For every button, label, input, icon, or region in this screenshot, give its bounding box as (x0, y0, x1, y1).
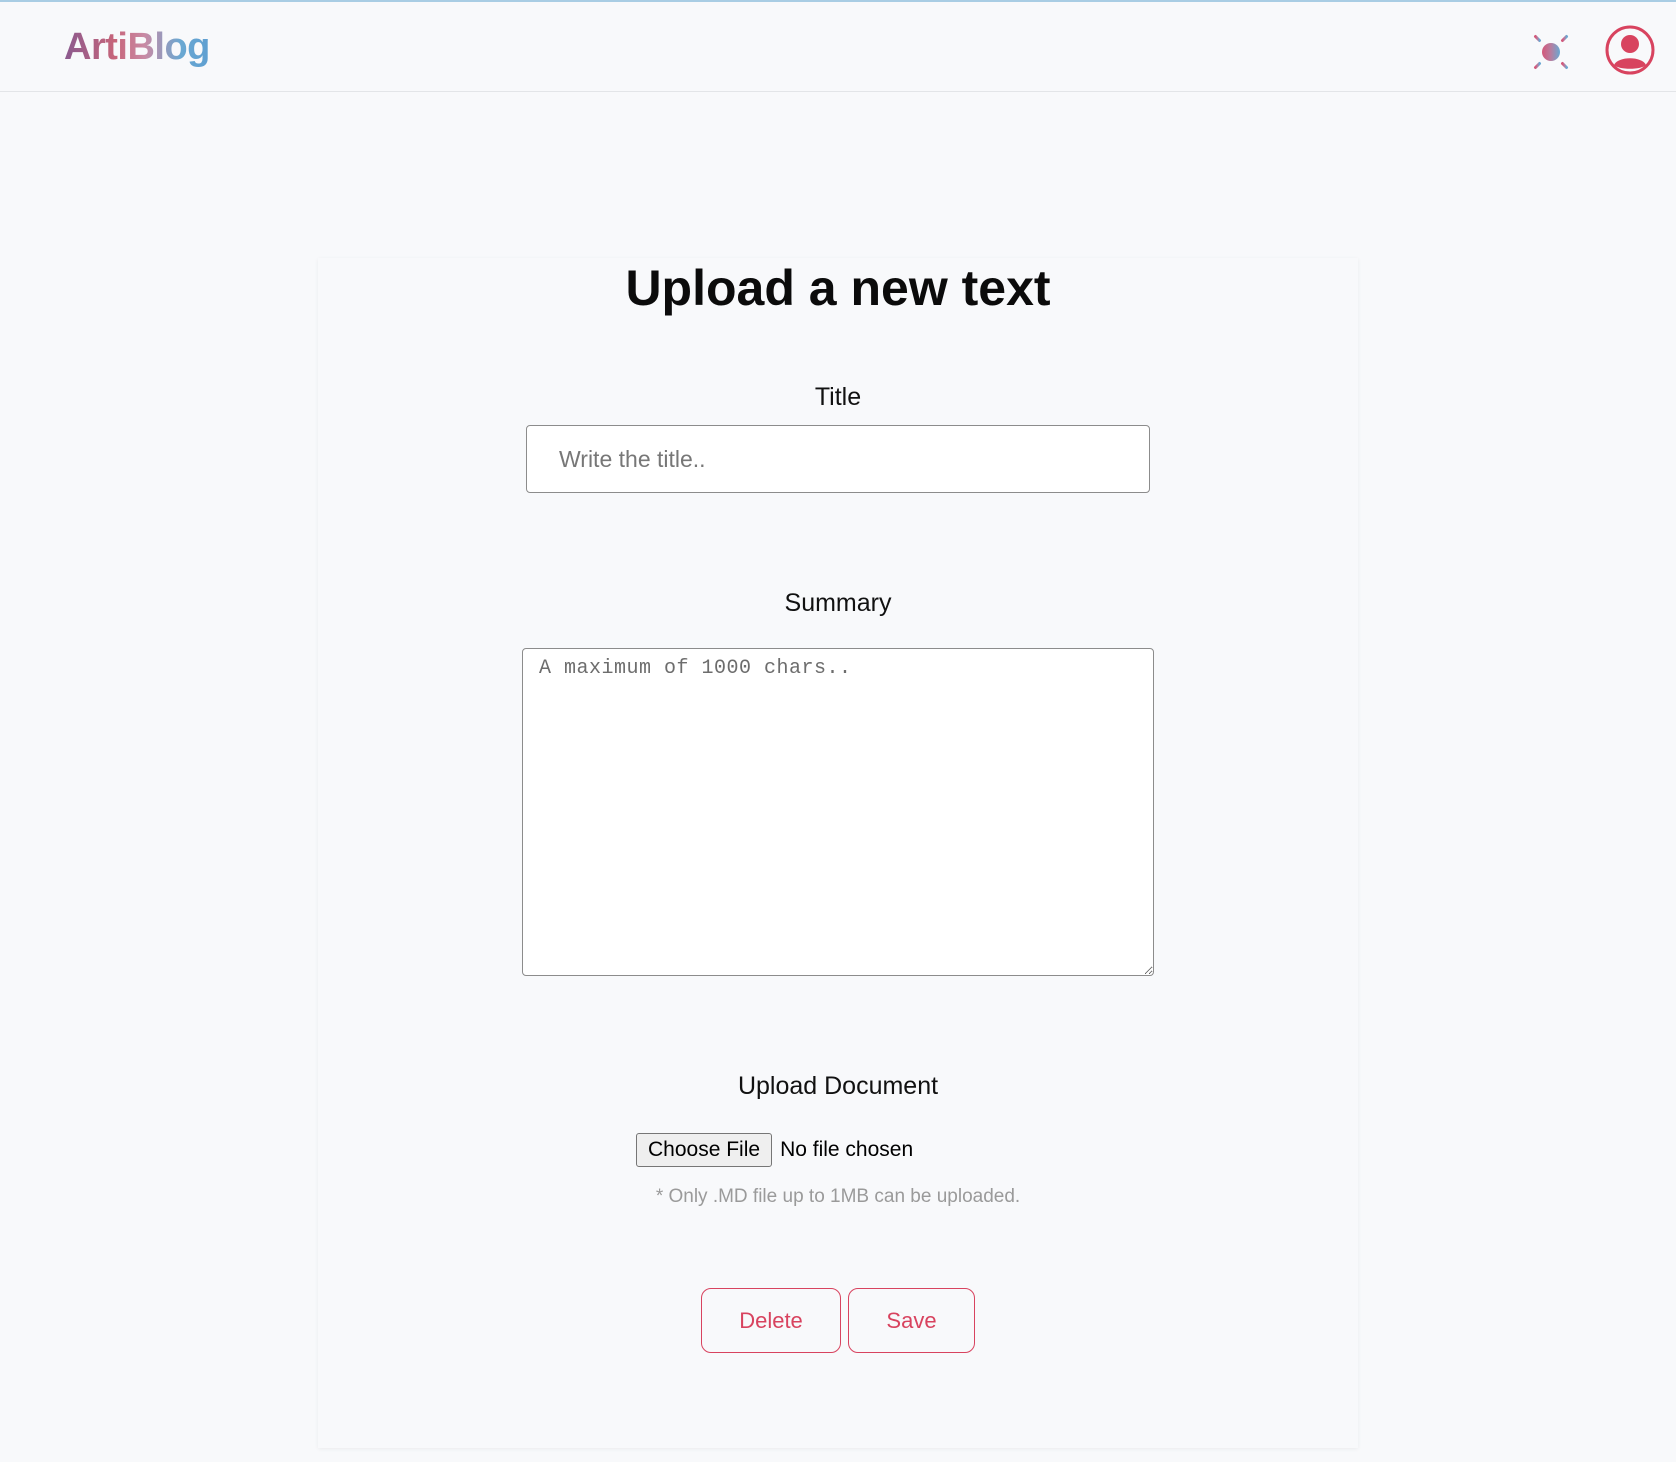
page-title: Upload a new text (625, 260, 1051, 316)
delete-button[interactable]: Delete (701, 1288, 841, 1353)
top-navbar: ArtiBlog (0, 2, 1676, 92)
upload-hint: * Only .MD file up to 1MB can be uploade… (655, 1186, 1021, 1207)
file-input[interactable]: Choose File No file chosen (636, 1132, 913, 1168)
title-label: Title (814, 383, 862, 411)
save-button[interactable]: Save (848, 1288, 975, 1353)
choose-file-button[interactable]: Choose File (636, 1133, 773, 1167)
theme-toggle-button[interactable] (1526, 27, 1576, 77)
file-status-text: No file chosen (780, 1138, 914, 1161)
sun-icon (1527, 28, 1575, 76)
user-avatar-icon (1605, 25, 1655, 75)
summary-label: Summary (784, 589, 892, 617)
title-input[interactable] (526, 425, 1150, 493)
upload-document-label: Upload Document (737, 1072, 939, 1100)
avatar-button[interactable] (1604, 24, 1656, 76)
summary-textarea[interactable] (522, 648, 1154, 976)
logo[interactable]: ArtiBlog (64, 26, 210, 69)
